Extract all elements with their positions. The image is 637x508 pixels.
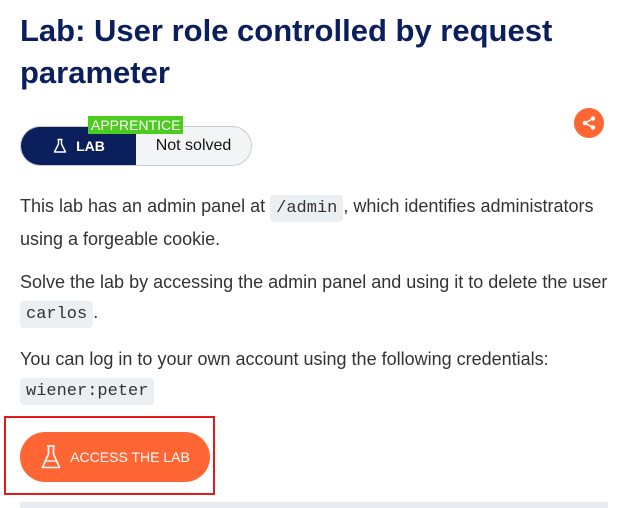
description-text: Solve the lab by accessing the admin pan… (20, 272, 608, 292)
flask-icon (53, 138, 67, 153)
lab-status-widget: LAB APPRENTICE Not solved (20, 116, 252, 166)
description-text: You can log in to your own account using… (20, 349, 549, 369)
access-lab-label: ACCESS THE LAB (70, 449, 190, 465)
lab-status-text: Not solved (155, 137, 232, 154)
share-icon (582, 116, 596, 130)
share-button[interactable] (574, 108, 604, 138)
credentials-code: wiener:peter (20, 378, 155, 405)
lab-badge-label: LAB (76, 138, 105, 154)
description-text: . (93, 302, 99, 322)
description-paragraph-3: You can log in to your own account using… (20, 344, 620, 407)
lab-page: Lab: User role controlled by request par… (0, 0, 637, 508)
target-user-code: carlos (20, 301, 94, 328)
access-lab-button[interactable]: ACCESS THE LAB (20, 432, 210, 482)
description-text: This lab has an admin panel at (20, 196, 271, 216)
content-divider (20, 502, 608, 508)
flask-icon (41, 445, 61, 469)
admin-path-code: /admin (270, 195, 344, 222)
description-paragraph-1: This lab has an admin panel at /admin, w… (20, 191, 620, 254)
page-title: Lab: User role controlled by request par… (20, 13, 553, 90)
description-paragraph-2: Solve the lab by accessing the admin pan… (20, 267, 620, 330)
